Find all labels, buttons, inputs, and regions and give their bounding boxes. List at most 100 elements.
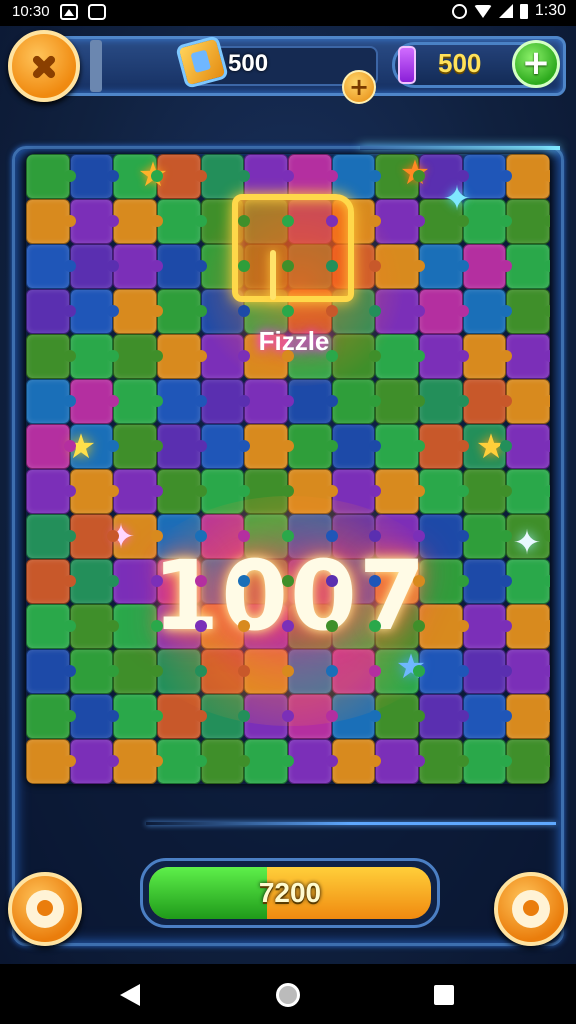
puzzle-piece[interactable] [462, 694, 512, 739]
puzzle-piece[interactable] [26, 379, 76, 424]
close-button[interactable] [8, 30, 80, 102]
puzzle-piece[interactable] [26, 244, 76, 289]
puzzle-piece[interactable] [331, 379, 381, 424]
puzzle-piece[interactable] [506, 649, 550, 694]
puzzle-piece[interactable] [419, 379, 469, 424]
puzzle-piece[interactable] [288, 379, 338, 424]
puzzle-piece[interactable] [26, 739, 76, 784]
puzzle-piece[interactable] [26, 289, 76, 334]
puzzle-piece[interactable] [244, 154, 294, 199]
puzzle-piece[interactable] [462, 514, 512, 559]
puzzle-piece[interactable] [113, 424, 163, 469]
puzzle-piece[interactable] [26, 154, 76, 199]
add-gems-button[interactable]: + [512, 40, 560, 88]
recent-apps-icon[interactable] [434, 985, 454, 1005]
puzzle-piece[interactable] [331, 424, 381, 469]
puzzle-piece[interactable] [157, 199, 207, 244]
puzzle-piece[interactable] [26, 334, 76, 379]
puzzle-piece[interactable] [462, 739, 512, 784]
puzzle-piece[interactable] [244, 424, 294, 469]
puzzle-piece[interactable] [419, 694, 469, 739]
puzzle-piece[interactable] [375, 469, 425, 514]
add-coins-button[interactable]: + [342, 70, 376, 104]
puzzle-piece[interactable] [69, 154, 119, 199]
settings-button[interactable] [8, 872, 82, 946]
puzzle-piece[interactable] [26, 649, 76, 694]
puzzle-piece[interactable] [157, 694, 207, 739]
puzzle-piece[interactable] [26, 559, 76, 604]
puzzle-piece[interactable] [69, 379, 119, 424]
puzzle-piece[interactable] [244, 739, 294, 784]
puzzle-piece[interactable] [69, 334, 119, 379]
puzzle-piece[interactable] [157, 649, 207, 694]
puzzle-piece[interactable] [244, 694, 294, 739]
puzzle-piece[interactable] [288, 469, 338, 514]
puzzle-piece[interactable] [69, 649, 119, 694]
puzzle-piece[interactable] [288, 424, 338, 469]
puzzle-piece[interactable] [26, 604, 76, 649]
puzzle-piece[interactable] [506, 289, 550, 334]
puzzle-piece[interactable] [200, 424, 250, 469]
puzzle-piece[interactable] [375, 739, 425, 784]
puzzle-piece[interactable] [200, 649, 250, 694]
puzzle-piece[interactable] [331, 469, 381, 514]
puzzle-piece[interactable] [113, 739, 163, 784]
puzzle-piece[interactable] [113, 649, 163, 694]
puzzle-piece[interactable] [69, 199, 119, 244]
puzzle-piece[interactable] [157, 289, 207, 334]
puzzle-piece[interactable] [113, 379, 163, 424]
puzzle-piece[interactable] [244, 649, 294, 694]
puzzle-piece[interactable] [200, 469, 250, 514]
puzzle-piece[interactable] [157, 244, 207, 289]
puzzle-piece[interactable] [69, 469, 119, 514]
puzzle-piece[interactable] [419, 289, 469, 334]
puzzle-piece[interactable] [506, 739, 550, 784]
puzzle-piece[interactable] [244, 469, 294, 514]
puzzle-piece[interactable] [506, 154, 550, 199]
puzzle-piece[interactable] [462, 244, 512, 289]
puzzle-piece[interactable] [506, 604, 550, 649]
puzzle-piece[interactable] [157, 334, 207, 379]
puzzle-piece[interactable] [375, 244, 425, 289]
puzzle-piece[interactable] [419, 469, 469, 514]
puzzle-piece[interactable] [26, 694, 76, 739]
puzzle-piece[interactable] [419, 424, 469, 469]
puzzle-piece[interactable] [506, 694, 550, 739]
puzzle-piece[interactable] [288, 694, 338, 739]
puzzle-piece[interactable] [200, 739, 250, 784]
puzzle-piece[interactable] [69, 604, 119, 649]
puzzle-piece[interactable] [244, 379, 294, 424]
puzzle-piece[interactable] [506, 244, 550, 289]
puzzle-piece[interactable] [69, 559, 119, 604]
puzzle-piece[interactable] [419, 334, 469, 379]
puzzle-piece[interactable] [419, 244, 469, 289]
puzzle-piece[interactable] [200, 379, 250, 424]
puzzle-piece[interactable] [157, 739, 207, 784]
puzzle-piece[interactable] [375, 289, 425, 334]
puzzle-piece[interactable] [462, 289, 512, 334]
puzzle-piece[interactable] [69, 289, 119, 334]
puzzle-piece[interactable] [26, 514, 76, 559]
puzzle-piece[interactable] [113, 469, 163, 514]
puzzle-piece[interactable] [288, 739, 338, 784]
puzzle-piece[interactable] [157, 469, 207, 514]
puzzle-piece[interactable] [288, 154, 338, 199]
puzzle-piece[interactable] [375, 379, 425, 424]
puzzle-piece[interactable] [288, 649, 338, 694]
puzzle-piece[interactable] [462, 469, 512, 514]
puzzle-piece[interactable] [462, 379, 512, 424]
puzzle-piece[interactable] [113, 244, 163, 289]
back-icon[interactable] [120, 984, 140, 1006]
puzzle-piece[interactable] [331, 694, 381, 739]
puzzle-piece[interactable] [26, 469, 76, 514]
puzzle-piece[interactable] [375, 424, 425, 469]
puzzle-piece[interactable] [506, 559, 550, 604]
puzzle-piece[interactable] [26, 199, 76, 244]
puzzle-piece[interactable] [113, 694, 163, 739]
puzzle-piece[interactable] [69, 694, 119, 739]
puzzle-piece[interactable] [113, 289, 163, 334]
puzzle-piece[interactable] [462, 559, 512, 604]
puzzle-piece[interactable] [506, 199, 550, 244]
puzzle-piece[interactable] [113, 334, 163, 379]
puzzle-piece[interactable] [506, 379, 550, 424]
